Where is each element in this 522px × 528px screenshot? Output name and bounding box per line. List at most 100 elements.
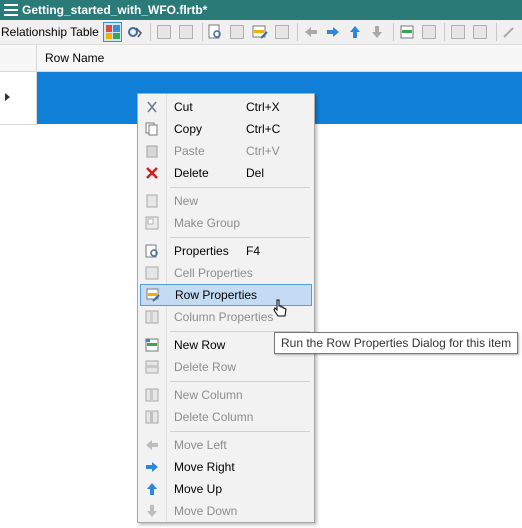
tooltip: Run the Row Properties Dialog for this i…: [274, 332, 519, 354]
toolbar-cell-properties-button[interactable]: [228, 22, 247, 42]
menu-item-shortcut: Ctrl+X: [246, 100, 280, 114]
row-header[interactable]: [0, 72, 37, 125]
arrow-down-icon: [144, 503, 160, 519]
toolbar-move-left-button[interactable]: [301, 22, 320, 42]
delete-icon: [144, 165, 160, 181]
toolbar-row-properties-button[interactable]: [250, 22, 269, 42]
menu-item-label: Column Properties: [174, 310, 274, 324]
menu-separator: [170, 431, 310, 432]
menu-item-label: Delete Row: [174, 360, 237, 374]
menu-item-move-down[interactable]: Move Down: [140, 500, 312, 522]
row-properties-icon: [145, 287, 161, 303]
menu-item-cut[interactable]: Cut Ctrl+X: [140, 96, 312, 118]
new-row-icon: [400, 25, 414, 39]
new-doc-icon: [156, 25, 171, 39]
menu-item-shortcut: Ctrl+C: [246, 122, 281, 136]
group-icon: [179, 25, 194, 39]
menu-item-shortcut: Ctrl+V: [246, 144, 280, 158]
toolbar-label: Relationship Table: [1, 25, 99, 39]
menu-separator: [170, 381, 310, 382]
header-corner: [0, 45, 37, 71]
properties-icon: [144, 243, 160, 259]
arrow-down-icon: [372, 26, 383, 38]
toolbar-new-column-button[interactable]: [448, 22, 467, 42]
toolbar-separator: [393, 23, 395, 41]
menu-item-label: Make Group: [174, 216, 241, 230]
menu-item-label: Delete: [174, 166, 209, 180]
menu-item-move-up[interactable]: Move Up: [140, 478, 312, 500]
menu-item-label: New Column: [174, 388, 243, 402]
menu-item-label: Paste: [174, 144, 205, 158]
row-pointer-icon: [5, 93, 10, 101]
menu-item-label: New: [174, 194, 199, 208]
hand-cursor-icon: [273, 299, 287, 317]
menu-item-delete[interactable]: Delete Del: [140, 162, 312, 184]
cell-properties-icon: [144, 265, 160, 281]
column-header-row-name[interactable]: Row Name: [45, 51, 104, 65]
delete-column-icon: [473, 25, 488, 39]
toolbar-separator: [201, 23, 203, 41]
toolbar-move-right-button[interactable]: [324, 22, 343, 42]
new-icon: [144, 193, 160, 209]
toolbar-link-button[interactable]: [125, 22, 144, 42]
link-icon: [127, 27, 142, 38]
delete-column-icon: [144, 409, 160, 425]
menu-item-label: New Row: [174, 338, 226, 352]
menu-item-new-column[interactable]: New Column: [140, 384, 312, 406]
grid-view-button[interactable]: [102, 22, 123, 42]
arrow-left-icon: [304, 27, 317, 37]
menu-item-move-right[interactable]: Move Right: [140, 456, 312, 478]
toolbar-group-button[interactable]: [176, 22, 195, 42]
toolbar-separator: [150, 23, 152, 41]
cut-icon: [144, 99, 160, 115]
cell-properties-icon: [230, 25, 245, 39]
menu-item-paste[interactable]: Paste Ctrl+V: [140, 140, 312, 162]
toolbar-separator: [444, 23, 446, 41]
column-properties-icon: [274, 25, 289, 39]
new-row-icon: [144, 337, 160, 353]
toolbar-delete-column-button[interactable]: [471, 22, 490, 42]
toolbar-new-button[interactable]: [154, 22, 173, 42]
menu-item-new[interactable]: New: [140, 190, 312, 212]
menu-item-label: Copy: [174, 122, 203, 136]
menu-item-properties[interactable]: Properties F4: [140, 240, 312, 262]
arrow-left-icon: [144, 437, 160, 453]
arrow-up-icon: [144, 481, 160, 497]
tooltip-text: Run the Row Properties Dialog for this i…: [281, 336, 512, 350]
menu-item-make-group[interactable]: Make Group: [140, 212, 312, 234]
new-column-icon: [144, 387, 160, 403]
menu-item-delete-row[interactable]: Delete Row: [140, 356, 312, 378]
toolbar: Relationship Table: [0, 20, 522, 45]
menu-item-move-left[interactable]: Move Left: [140, 434, 312, 456]
menu-item-label: Cell Properties: [174, 266, 253, 280]
menu-separator: [170, 187, 310, 188]
title-bar: Getting_started_with_WFO.flrtb*: [0, 0, 522, 20]
properties-icon: [208, 24, 221, 39]
toolbar-move-down-button[interactable]: [368, 22, 387, 42]
grid-icon: [105, 25, 120, 39]
menu-item-label: Row Properties: [175, 288, 258, 302]
menu-item-copy[interactable]: Copy Ctrl+C: [140, 118, 312, 140]
menu-item-shortcut: Del: [246, 166, 265, 180]
column-properties-icon: [144, 309, 160, 325]
menu-item-label: Move Down: [174, 504, 238, 518]
copy-icon: [144, 121, 160, 137]
toolbar-move-up-button[interactable]: [346, 22, 365, 42]
menu-item-label: Cut: [174, 100, 193, 114]
menu-item-label: Move Up: [174, 482, 223, 496]
menu-item-label: Properties: [174, 244, 229, 258]
toolbar-separator: [297, 23, 299, 41]
hamburger-icon[interactable]: [4, 4, 18, 16]
toolbar-new-row-button[interactable]: [397, 22, 416, 42]
new-column-icon: [450, 25, 465, 39]
toolbar-properties-button[interactable]: [206, 22, 225, 42]
window-title: Getting_started_with_WFO.flrtb*: [22, 3, 208, 17]
menu-item-cell-properties[interactable]: Cell Properties: [140, 262, 312, 284]
delete-row-icon: [144, 359, 160, 375]
make-group-icon: [144, 215, 160, 231]
toolbar-delete-row-button[interactable]: [419, 22, 438, 42]
menu-item-delete-column[interactable]: Delete Column: [140, 406, 312, 428]
toolbar-more-button[interactable]: [500, 22, 519, 42]
toolbar-column-properties-button[interactable]: [272, 22, 291, 42]
arrow-right-icon: [144, 459, 160, 475]
